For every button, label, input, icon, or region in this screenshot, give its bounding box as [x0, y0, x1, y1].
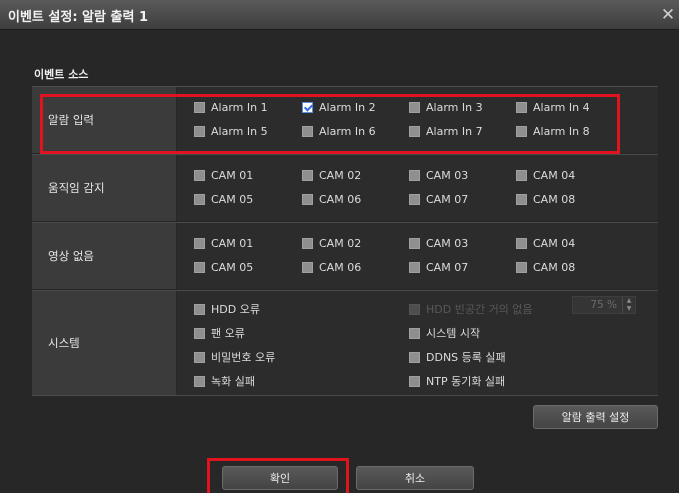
- checkbox-box[interactable]: [302, 194, 313, 205]
- checkbox-box[interactable]: [516, 238, 527, 249]
- motion-cam-06-checkbox[interactable]: CAM 06: [302, 193, 361, 206]
- video-loss-row: 영상 없음 CAM 01 CAM 02 CAM 03 CAM 04 CAM 05…: [32, 223, 658, 289]
- checkbox-box[interactable]: [194, 303, 205, 315]
- checkbox-box[interactable]: [194, 351, 205, 363]
- motion-cam-04-checkbox[interactable]: CAM 04: [516, 169, 575, 182]
- checkbox-box[interactable]: [194, 238, 205, 249]
- videoloss-cam-04-checkbox[interactable]: CAM 04: [516, 237, 575, 250]
- checkbox-box[interactable]: [516, 170, 527, 181]
- checkbox-box[interactable]: [409, 375, 420, 387]
- title-bar: 이벤트 설정: 알람 출력 1 ✕: [0, 0, 679, 30]
- hdd-error-checkbox[interactable]: HDD 오류: [194, 301, 260, 317]
- motion-detection-options: CAM 01 CAM 02 CAM 03 CAM 04 CAM 05 CAM 0…: [177, 155, 658, 221]
- checkbox-box[interactable]: [409, 238, 420, 249]
- system-label: 시스템: [32, 291, 176, 395]
- checkbox-box[interactable]: [302, 262, 313, 273]
- checkbox-box[interactable]: [516, 194, 527, 205]
- checkbox-box[interactable]: [194, 375, 205, 387]
- row-divider: [32, 395, 658, 396]
- checkbox-box[interactable]: [302, 170, 313, 181]
- checkbox-box[interactable]: [409, 327, 420, 339]
- checkbox-box: [409, 303, 420, 315]
- videoloss-cam-03-checkbox[interactable]: CAM 03: [409, 237, 468, 250]
- ok-button-highlight: [207, 458, 349, 493]
- video-loss-label: 영상 없음: [32, 223, 176, 289]
- motion-cam-03-checkbox[interactable]: CAM 03: [409, 169, 468, 182]
- videoloss-cam-07-checkbox[interactable]: CAM 07: [409, 261, 468, 274]
- hdd-threshold-spinner: 75 % ▲ ▼: [572, 296, 636, 314]
- window-title: 이벤트 설정: 알람 출력 1: [8, 10, 148, 25]
- videoloss-cam-06-checkbox[interactable]: CAM 06: [302, 261, 361, 274]
- checkbox-box[interactable]: [194, 170, 205, 181]
- checkbox-box[interactable]: [194, 194, 205, 205]
- password-error-checkbox[interactable]: 비밀번호 오류: [194, 349, 275, 365]
- checkbox-box[interactable]: [194, 262, 205, 273]
- system-start-checkbox[interactable]: 시스템 시작: [409, 325, 480, 341]
- spinner-arrows-icon: ▲ ▼: [622, 297, 635, 313]
- checkbox-box[interactable]: [194, 327, 205, 339]
- ntp-fail-checkbox[interactable]: NTP 동기화 실패: [409, 373, 505, 389]
- hdd-threshold-value: 75 %: [590, 299, 617, 311]
- alarm-output-settings-button[interactable]: 알람 출력 설정: [533, 405, 658, 429]
- ddns-fail-checkbox[interactable]: DDNS 등록 실패: [409, 349, 506, 365]
- checkbox-box[interactable]: [302, 238, 313, 249]
- checkbox-box[interactable]: [409, 351, 420, 363]
- checkbox-box[interactable]: [516, 262, 527, 273]
- alarm-input-highlight: [40, 94, 620, 154]
- hdd-almost-full-checkbox: HDD 빈공간 거의 없음: [409, 301, 533, 317]
- checkbox-box[interactable]: [409, 262, 420, 273]
- motion-cam-01-checkbox[interactable]: CAM 01: [194, 169, 253, 182]
- event-source-heading: 이벤트 소스: [34, 68, 89, 81]
- video-loss-options: CAM 01 CAM 02 CAM 03 CAM 04 CAM 05 CAM 0…: [177, 223, 658, 289]
- motion-cam-08-checkbox[interactable]: CAM 08: [516, 193, 575, 206]
- motion-cam-05-checkbox[interactable]: CAM 05: [194, 193, 253, 206]
- checkbox-box[interactable]: [409, 194, 420, 205]
- videoloss-cam-02-checkbox[interactable]: CAM 02: [302, 237, 361, 250]
- record-fail-checkbox[interactable]: 녹화 실패: [194, 373, 255, 389]
- videoloss-cam-05-checkbox[interactable]: CAM 05: [194, 261, 253, 274]
- videoloss-cam-01-checkbox[interactable]: CAM 01: [194, 237, 253, 250]
- system-row: 시스템 HDD 오류 HDD 빈공간 거의 없음 팬 오류 시스템 시작 비밀번…: [32, 291, 658, 395]
- motion-cam-07-checkbox[interactable]: CAM 07: [409, 193, 468, 206]
- videoloss-cam-08-checkbox[interactable]: CAM 08: [516, 261, 575, 274]
- checkbox-box[interactable]: [409, 170, 420, 181]
- motion-detection-row: 움직임 감지 CAM 01 CAM 02 CAM 03 CAM 04 CAM 0…: [32, 155, 658, 221]
- motion-cam-02-checkbox[interactable]: CAM 02: [302, 169, 361, 182]
- motion-detection-label: 움직임 감지: [32, 155, 176, 221]
- fan-error-checkbox[interactable]: 팬 오류: [194, 325, 245, 341]
- close-icon[interactable]: ✕: [657, 0, 679, 30]
- cancel-button[interactable]: 취소: [356, 466, 474, 490]
